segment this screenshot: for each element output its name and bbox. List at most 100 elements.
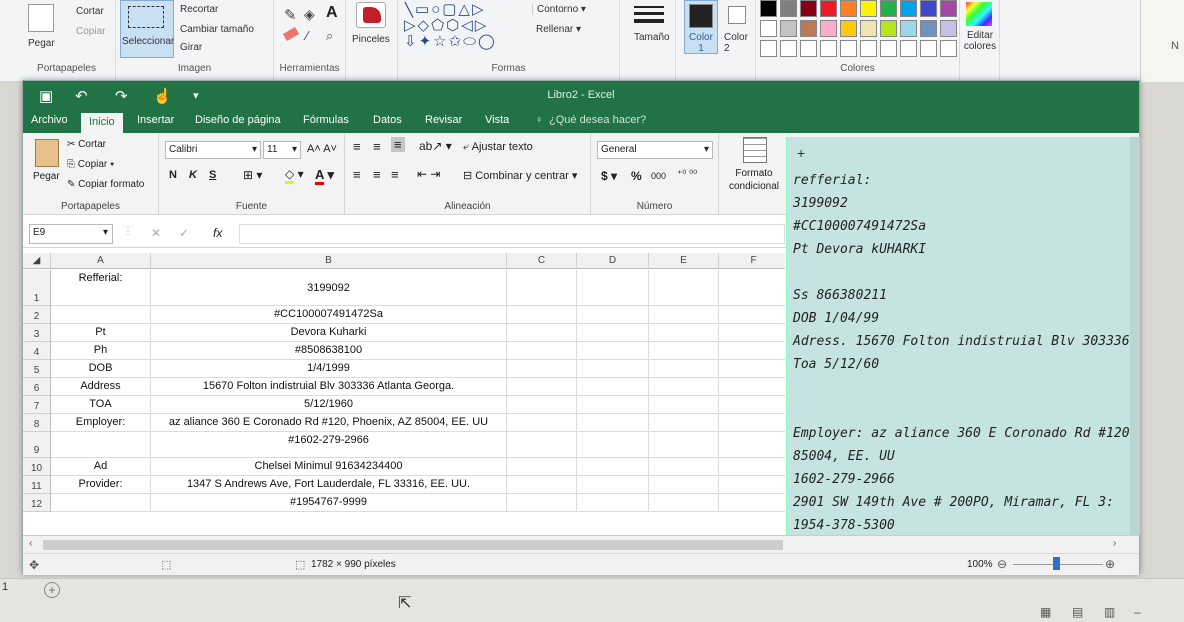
brush-icon[interactable] [356, 2, 386, 28]
column-header-a[interactable]: A [51, 253, 151, 269]
decimal-icon[interactable]: ⁺⁰ ⁰⁰ [677, 169, 697, 180]
cell-c[interactable] [507, 414, 577, 432]
column-header-c[interactable]: C [507, 253, 577, 269]
currency-button[interactable]: $ ▾ [601, 169, 617, 183]
cell-f[interactable] [719, 342, 785, 360]
copy-button[interactable]: ⎘ Copiar ▾ [67, 159, 114, 170]
worksheet-grid[interactable]: ◢ A B C D E F 1 Refferial: 3199092 2 #CC1000… [23, 253, 785, 537]
row-header[interactable]: 3 [23, 324, 51, 342]
cell-b[interactable]: #CC100007491472Sa [151, 306, 507, 324]
font-name-select[interactable]: Calibri ▾ [165, 141, 261, 159]
page-layout-icon[interactable]: ▤ [1072, 605, 1083, 619]
shapes-row-1[interactable]: ╲▭○▢△▷ [404, 2, 530, 18]
cell-d[interactable] [577, 342, 649, 360]
cut-button[interactable]: ✂ Cortar [67, 139, 106, 150]
cell-e[interactable] [649, 378, 719, 396]
cell-e[interactable] [649, 432, 719, 458]
palette-swatch[interactable] [880, 0, 897, 17]
pencil-icon[interactable]: ✎ [284, 6, 297, 24]
cell-e[interactable] [649, 270, 719, 306]
palette-swatch[interactable] [820, 20, 837, 37]
select-all-corner[interactable]: ◢ [23, 253, 51, 269]
tab-insertar[interactable]: Insertar [137, 114, 174, 126]
grow-font-icon[interactable]: A˄ A˅ [307, 143, 337, 155]
enter-icon[interactable]: ✓ [179, 226, 189, 240]
align-left-icon[interactable]: ≡ [353, 167, 361, 182]
name-box[interactable]: E9 ▾ [29, 224, 113, 244]
color-picker-icon[interactable]: ⁄ [306, 28, 308, 43]
palette-empty-swatch[interactable] [860, 40, 877, 57]
column-header-d[interactable]: D [577, 253, 649, 269]
row-header[interactable]: 11 [23, 476, 51, 494]
horizontal-scrollbar[interactable]: ‹ › [23, 535, 1139, 553]
palette-empty-swatch[interactable] [880, 40, 897, 57]
palette-swatch[interactable] [760, 20, 777, 37]
palette-swatch[interactable] [860, 0, 877, 17]
row-header[interactable]: 12 [23, 494, 51, 512]
color2-label[interactable]: Color 2 [724, 32, 750, 54]
palette-swatch[interactable] [900, 20, 917, 37]
brushes-label[interactable]: Pinceles [352, 34, 390, 45]
size-button[interactable]: Tamaño [634, 32, 670, 43]
paint-paste-button[interactable]: Pegar [28, 38, 55, 49]
edit-colors-button[interactable]: Editar colores [960, 30, 1000, 52]
row-header[interactable]: 10 [23, 458, 51, 476]
cell-b[interactable]: 3199092 [151, 270, 507, 306]
palette-swatch[interactable] [920, 0, 937, 17]
cell-f[interactable] [719, 458, 785, 476]
shapes-row-3[interactable]: ⇩✦☆✩⬭◯ [404, 34, 530, 50]
row-header[interactable]: 8 [23, 414, 51, 432]
cell-a[interactable]: TOA [51, 396, 151, 414]
cell-c[interactable] [507, 432, 577, 458]
palette-swatch[interactable] [840, 20, 857, 37]
cancel-icon[interactable]: ✕ [151, 226, 161, 240]
cell-f[interactable] [719, 396, 785, 414]
sticky-note[interactable]: + refferial: 3199092 #CC100007491472Sa Pt … [786, 137, 1140, 535]
palette-swatch[interactable] [760, 0, 777, 17]
palette-empty-swatch[interactable] [760, 40, 777, 57]
cell-f[interactable] [719, 378, 785, 396]
sticky-note-scrollbar[interactable] [1130, 137, 1140, 535]
rotate-button[interactable]: Girar [180, 42, 202, 53]
percent-button[interactable]: % [631, 169, 642, 183]
cell-a[interactable]: Refferial: [51, 270, 151, 306]
cell-f[interactable] [719, 270, 785, 306]
align-center-icon[interactable]: ≡ [373, 167, 381, 182]
italic-button[interactable]: K [189, 169, 197, 181]
cell-a[interactable]: Address [51, 378, 151, 396]
cell-a[interactable]: DOB [51, 360, 151, 378]
palette-swatch[interactable] [900, 0, 917, 17]
wrap-text-button[interactable]: ⤶ Ajustar texto [463, 141, 533, 154]
column-header-f[interactable]: F [719, 253, 785, 269]
tab-archivo[interactable]: Archivo [31, 114, 68, 126]
tab-diseno[interactable]: Diseño de página [195, 114, 281, 126]
zoom-minus-icon[interactable]: – [1134, 605, 1141, 619]
normal-view-icon[interactable]: ▦ [1040, 605, 1051, 619]
paste-icon[interactable] [28, 4, 54, 32]
cell-c[interactable] [507, 306, 577, 324]
shapes-row-2[interactable]: ▷◇⬠⬡◁▷ [404, 18, 530, 34]
zoom-slider-thumb[interactable] [1053, 557, 1060, 570]
paste-button[interactable]: Pegar [33, 171, 60, 182]
cell-d[interactable] [577, 360, 649, 378]
cell-c[interactable] [507, 494, 577, 512]
cell-e[interactable] [649, 396, 719, 414]
text-icon[interactable]: A [326, 4, 338, 22]
fill-shape-button[interactable]: Rellenar ▾ [532, 24, 581, 35]
cell-e[interactable] [649, 458, 719, 476]
cell-b[interactable]: Devora Kuharki [151, 324, 507, 342]
cell-e[interactable] [649, 342, 719, 360]
cell-d[interactable] [577, 270, 649, 306]
palette-empty-swatch[interactable] [780, 40, 797, 57]
cell-a[interactable]: Provider: [51, 476, 151, 494]
cell-b[interactable]: #1602-279-2966 [151, 432, 507, 458]
palette-empty-swatch[interactable] [820, 40, 837, 57]
insert-function-icon[interactable]: fx [213, 226, 222, 240]
cell-d[interactable] [577, 378, 649, 396]
palette-swatch[interactable] [800, 20, 817, 37]
cell-e[interactable] [649, 306, 719, 324]
row-header[interactable]: 2 [23, 306, 51, 324]
palette-swatch[interactable] [820, 0, 837, 17]
outline-button[interactable]: Contorno ▾ [532, 4, 586, 15]
palette-empty-swatch[interactable] [800, 40, 817, 57]
